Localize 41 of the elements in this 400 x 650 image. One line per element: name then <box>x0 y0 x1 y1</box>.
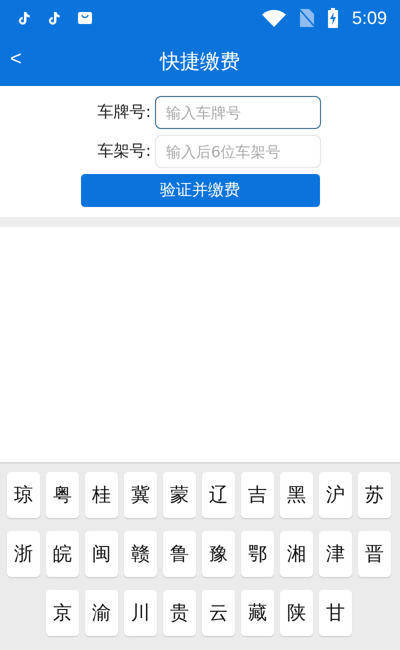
music-note-icon <box>48 11 60 25</box>
keyboard-key[interactable]: 琼 <box>7 472 40 518</box>
keyboard-key[interactable]: 闽 <box>85 531 118 577</box>
keyboard-key[interactable]: 津 <box>319 531 352 577</box>
keyboard-key[interactable]: 沪 <box>319 472 352 518</box>
battery-charging-icon <box>328 8 338 28</box>
field-label: 车牌号: <box>96 102 151 123</box>
field-label: 车架号: <box>96 141 151 162</box>
wifi-icon <box>262 10 286 26</box>
keyboard-key[interactable]: 晋 <box>358 531 391 577</box>
keyboard-key[interactable]: 鲁 <box>163 531 196 577</box>
keyboard-key[interactable]: 云 <box>202 590 235 636</box>
keyboard-key[interactable]: 鄂 <box>241 531 274 577</box>
back-button[interactable]: < <box>4 46 28 73</box>
keyboard-key[interactable]: 湘 <box>280 531 313 577</box>
keyboard-key[interactable]: 皖 <box>46 531 79 577</box>
keyboard-key[interactable]: 冀 <box>124 472 157 518</box>
music-note-icon <box>18 11 30 25</box>
keyboard-key[interactable]: 桂 <box>85 472 118 518</box>
submit-button[interactable]: 验证并缴费 <box>80 174 320 207</box>
keyboard-key[interactable]: 辽 <box>202 472 235 518</box>
keyboard-key[interactable]: 赣 <box>124 531 157 577</box>
keyboard-key[interactable]: 贵 <box>163 590 196 636</box>
keyboard-key[interactable]: 京 <box>46 590 79 636</box>
keyboard-key[interactable]: 黑 <box>280 472 313 518</box>
keyboard-key[interactable]: 渝 <box>85 590 118 636</box>
input-field[interactable]: 输入车牌号 <box>155 96 321 129</box>
keyboard-key[interactable]: 粤 <box>46 472 79 518</box>
keyboard-key[interactable]: 苏 <box>358 472 391 518</box>
shopping-bag-icon <box>78 11 92 25</box>
keyboard-key[interactable]: 吉 <box>241 472 274 518</box>
status-time: 5:09 <box>352 8 387 28</box>
page-title: 快捷缴费 <box>160 48 240 74</box>
keyboard-key[interactable]: 陕 <box>280 590 313 636</box>
keyboard-key[interactable]: 川 <box>124 590 157 636</box>
keyboard-key[interactable]: 藏 <box>241 590 274 636</box>
keyboard-key[interactable]: 蒙 <box>163 472 196 518</box>
keyboard-key[interactable]: 甘 <box>319 590 352 636</box>
keyboard-key[interactable]: 浙 <box>7 531 40 577</box>
keyboard-key[interactable]: 豫 <box>202 531 235 577</box>
no-sim-icon <box>300 9 314 27</box>
